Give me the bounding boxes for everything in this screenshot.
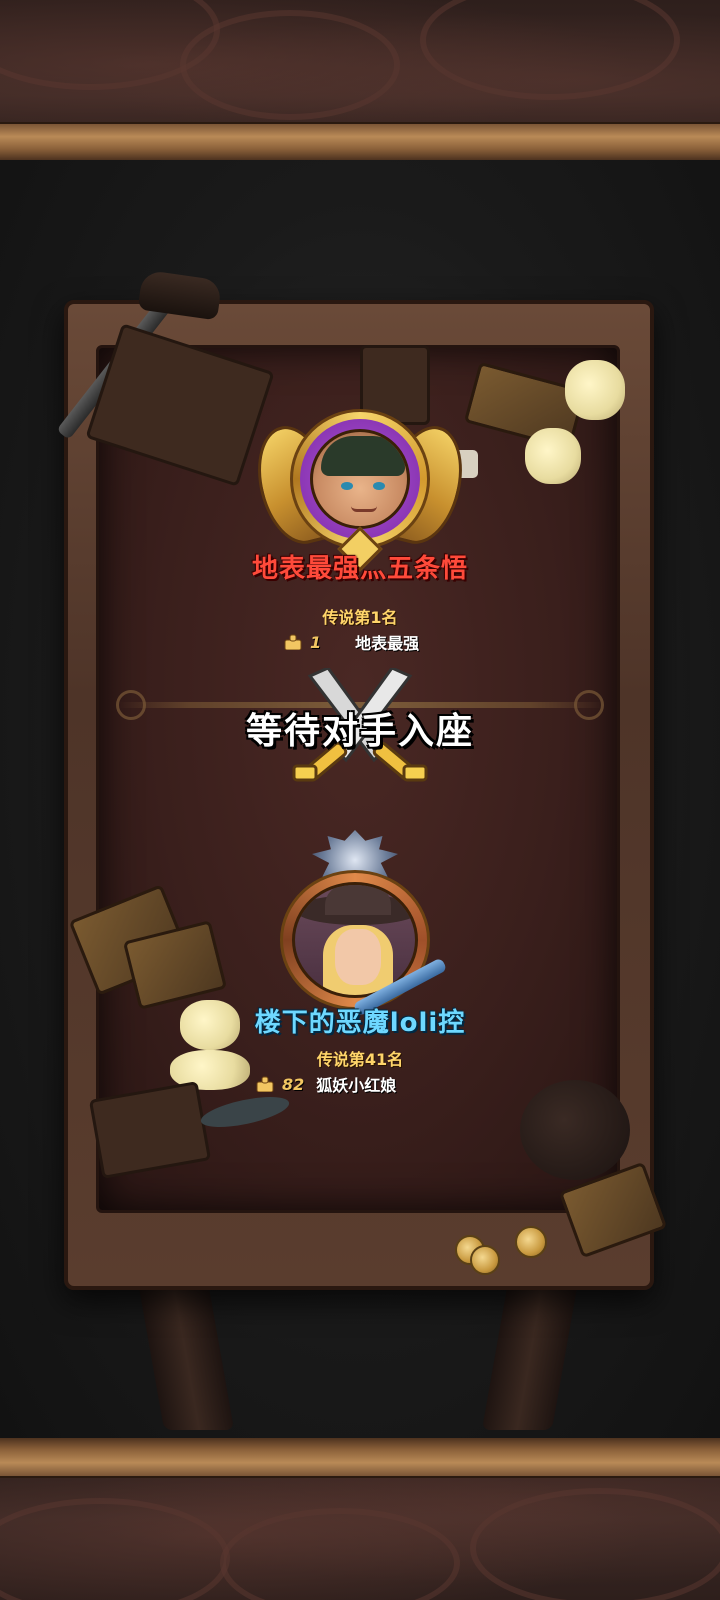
- candle-icon: [525, 428, 581, 484]
- player-top-name: 地表最强灬五条悟: [251, 554, 468, 584]
- player-bottom-stats: 82 狐妖小红娘: [256, 1072, 396, 1096]
- player-top-rank: 传说第1名: [322, 608, 398, 627]
- coin-icon: [470, 1245, 500, 1275]
- player-bottom-rank: 传说第41名: [316, 1050, 404, 1069]
- player-top-title: 地表最强: [355, 634, 420, 653]
- waiting-status: 等待对手入座: [245, 711, 474, 752]
- player-bottom-title: 狐妖小红娘: [316, 1076, 397, 1095]
- boy-hero-icon: [310, 429, 410, 529]
- pot-icon: [520, 1080, 630, 1180]
- player-top-trophies: 1: [310, 632, 322, 652]
- coin-icon: [515, 1226, 547, 1258]
- player-top-stats: 1 地表最强: [284, 630, 419, 654]
- player-bottom-trophies: 82: [282, 1074, 305, 1094]
- player-bottom-avatar[interactable]: [270, 830, 448, 1017]
- trophy-icon: [256, 1076, 274, 1092]
- player-bottom-name: 楼下的恶魔loli控: [254, 1008, 466, 1038]
- candle-icon: [565, 360, 625, 420]
- bottom-frame: [0, 1438, 720, 1600]
- trophy-icon: [284, 634, 302, 650]
- top-frame: [0, 0, 720, 160]
